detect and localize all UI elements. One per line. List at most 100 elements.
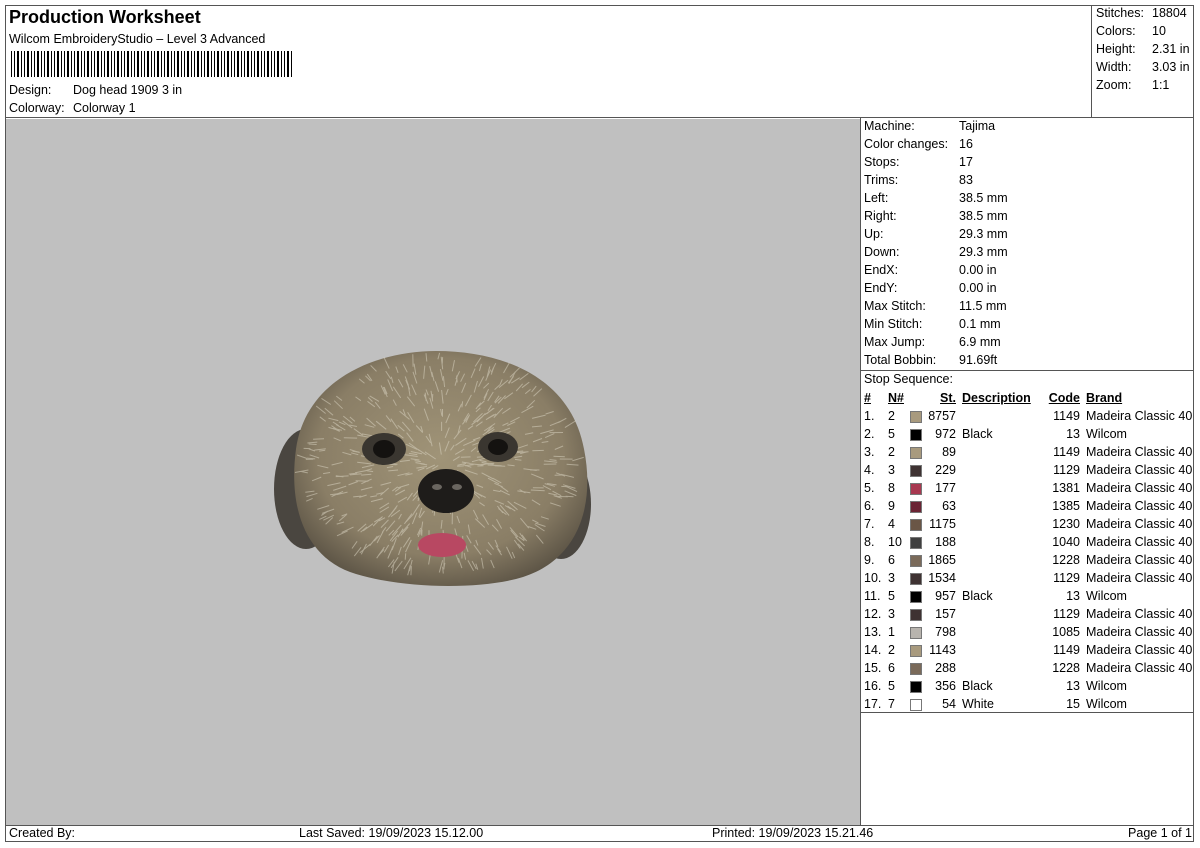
stat-row: Width: 3.03 in: [1096, 60, 1190, 74]
info-label: EndY:: [864, 281, 898, 295]
row-brand: Madeira Classic 40: [1086, 463, 1193, 477]
row-index: 4.: [864, 463, 875, 477]
barcode-image: [11, 51, 292, 77]
info-row: Min Stitch: 0.1 mm: [864, 317, 1001, 331]
row-description: Black: [962, 427, 993, 441]
row-index: 15.: [864, 661, 882, 675]
table-row: 16. 5 356 Black 13 Wilcom: [862, 677, 1192, 695]
row-index: 6.: [864, 499, 875, 513]
info-row: EndX: 0.00 in: [864, 263, 997, 277]
table-row: 4. 3 229 1129 Madeira Classic 40: [862, 461, 1192, 479]
stat-value: 10: [1152, 24, 1166, 38]
row-description: [962, 605, 1042, 623]
table-row: 12. 3 157 1129 Madeira Classic 40: [862, 605, 1192, 623]
row-needle: 3: [888, 571, 895, 585]
row-stitches: 157: [935, 607, 956, 621]
table-row: 10. 3 1534 1129 Madeira Classic 40: [862, 569, 1192, 587]
row-description: Black: [962, 679, 993, 693]
table-row: 6. 9 63 1385 Madeira Classic 40: [862, 497, 1192, 515]
row-stitches: 972: [935, 427, 956, 441]
info-label: Machine:: [864, 119, 915, 133]
info-label: Left:: [864, 191, 889, 205]
info-row: Stops: 17: [864, 155, 973, 169]
nose: [418, 469, 474, 513]
row-description: White: [962, 697, 994, 711]
row-code: 1149: [1053, 445, 1080, 459]
table-row: 8. 10 188 1040 Madeira Classic 40: [862, 533, 1192, 551]
row-color-swatch: [910, 605, 924, 623]
row-code: 1381: [1052, 481, 1080, 495]
row-color-swatch: [910, 515, 924, 533]
row-needle: 10: [888, 535, 902, 549]
table-row: 13. 1 798 1085 Madeira Classic 40: [862, 623, 1192, 641]
row-code: 1085: [1052, 625, 1080, 639]
footer-divider: [5, 825, 1194, 826]
info-row: Color changes: 16: [864, 137, 973, 151]
table-row: 7. 4 1175 1230 Madeira Classic 40: [862, 515, 1192, 533]
row-color-swatch: [910, 497, 924, 515]
row-needle: 3: [888, 607, 895, 621]
info-row: Max Jump: 6.9 mm: [864, 335, 1001, 349]
row-description: [962, 659, 1042, 677]
row-stitches: 188: [935, 535, 956, 549]
colorway-row: Colorway: Colorway 1: [9, 101, 136, 115]
row-stitches: 177: [935, 481, 956, 495]
info-divider: [860, 370, 1194, 371]
row-code: 1149: [1053, 643, 1080, 657]
row-code: 15: [1066, 697, 1080, 711]
color-swatch: [910, 662, 922, 675]
row-needle: 2: [888, 445, 895, 459]
row-brand: Madeira Classic 40: [1086, 535, 1193, 549]
row-stitches: 229: [935, 463, 956, 477]
row-index: 1.: [864, 409, 875, 423]
color-swatch: [910, 626, 922, 639]
row-color-swatch: [910, 659, 924, 677]
row-needle: 8: [888, 481, 895, 495]
table-header-row: # N# St. Description Code Brand: [862, 389, 1192, 407]
info-value: Tajima: [959, 119, 996, 133]
table-row: 1. 2 8757 1149 Madeira Classic 40: [862, 407, 1192, 425]
row-description: [962, 479, 1042, 497]
info-label: Max Jump:: [864, 335, 926, 349]
row-needle: 5: [888, 679, 895, 693]
design-row: Design: Dog head 1909 3 in: [9, 83, 182, 97]
row-index: 12.: [864, 607, 882, 621]
row-code: 1228: [1052, 661, 1080, 675]
row-stitches: 54: [942, 697, 956, 711]
table-row: 11. 5 957 Black 13 Wilcom: [862, 587, 1192, 605]
row-color-swatch: [910, 551, 924, 569]
row-stitches: 1175: [929, 517, 956, 531]
info-value: 29.3 mm: [959, 227, 1008, 241]
nostril-right: [452, 484, 462, 490]
row-color-swatch: [910, 677, 924, 695]
row-code: 13: [1066, 589, 1080, 603]
row-description: [962, 515, 1042, 533]
row-description: [962, 641, 1042, 659]
info-value: 91.69ft: [959, 353, 998, 367]
row-brand: Madeira Classic 40: [1086, 625, 1193, 639]
row-description: [962, 569, 1042, 587]
stat-label: Colors:: [1096, 24, 1136, 38]
row-stitches: 356: [935, 679, 956, 693]
left-eye: [373, 440, 395, 458]
info-label: Total Bobbin:: [864, 353, 937, 367]
info-row: EndY: 0.00 in: [864, 281, 997, 295]
row-code: 1149: [1053, 409, 1080, 423]
row-needle: 5: [888, 589, 895, 603]
row-index: 8.: [864, 535, 875, 549]
color-swatch: [910, 572, 922, 585]
color-swatch: [910, 680, 922, 693]
stop-sequence-title: Stop Sequence:: [864, 372, 953, 386]
info-value: 29.3 mm: [959, 245, 1008, 259]
info-row: Up: 29.3 mm: [864, 227, 1008, 241]
design-value: Dog head 1909 3 in: [73, 83, 183, 97]
color-swatch: [910, 536, 922, 549]
row-stitches: 288: [935, 661, 956, 675]
stat-row: Stitches: 18804: [1096, 6, 1187, 20]
row-needle: 2: [888, 409, 895, 423]
row-brand: Madeira Classic 40: [1086, 607, 1193, 621]
info-value: 6.9 mm: [959, 335, 1001, 349]
last-saved: Last Saved: 19/09/2023 15.12.00: [299, 826, 484, 840]
row-index: 17.: [864, 697, 882, 711]
row-code: 1129: [1053, 463, 1080, 477]
